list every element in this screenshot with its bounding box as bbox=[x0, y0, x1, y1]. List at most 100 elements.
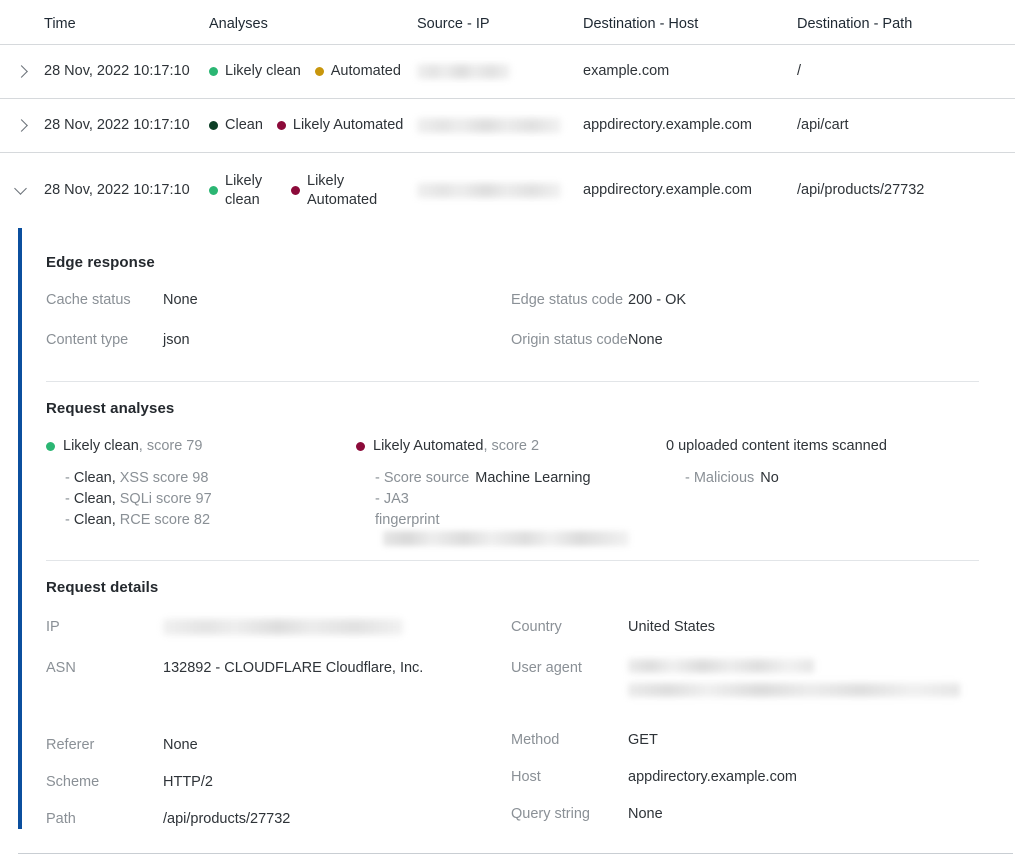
analysis-label: Likely clean bbox=[225, 63, 301, 79]
table-header-row: Time Analyses Source - IP Destination - … bbox=[0, 0, 1015, 45]
kv-row: IP bbox=[46, 618, 511, 637]
column-header-source-ip[interactable]: Source - IP bbox=[417, 16, 583, 44]
kv-value: GET bbox=[628, 732, 658, 748]
kv-row: User agent bbox=[511, 659, 976, 697]
kv-value: United States bbox=[628, 619, 716, 635]
section-title-edge-response: Edge response bbox=[46, 254, 155, 271]
analysis-item-muted: Score source bbox=[383, 470, 470, 486]
analysis-tag: Likely clean bbox=[209, 62, 301, 81]
row-expand-toggle[interactable] bbox=[0, 65, 44, 79]
analysis-detail-item: - Malicious No bbox=[685, 468, 996, 489]
section-divider bbox=[46, 381, 979, 382]
kv-key: Referer bbox=[46, 737, 95, 753]
table-row[interactable]: 28 Nov, 2022 10:17:10 Likely clean Likel… bbox=[0, 153, 1015, 228]
edge-response-grid: Cache status None Content type json Edge… bbox=[46, 291, 996, 371]
kv-row: ASN 132892 - CLOUDFLARE Cloudflare, Inc. bbox=[46, 659, 511, 678]
cell-destination-path: /api/products/27732 bbox=[797, 182, 925, 198]
cell-destination-host: appdirectory.example.com bbox=[583, 117, 752, 133]
analysis-item-strong: Clean, bbox=[73, 470, 116, 486]
analysis-tag: Likely Automated bbox=[291, 172, 377, 210]
redacted-ip bbox=[417, 63, 510, 79]
kv-value: json bbox=[163, 332, 190, 348]
list-dash: - bbox=[375, 470, 380, 486]
status-dot-likely-automated bbox=[276, 121, 286, 130]
analysis-heading-score: , score 2 bbox=[483, 438, 540, 454]
request-details-left-column: IP ASN 132892 - CLOUDFLARE Cloudflare, I… bbox=[46, 618, 511, 829]
kv-key: Edge status code bbox=[511, 292, 624, 308]
analysis-detail-item: - Clean, XSS score 98 bbox=[65, 468, 356, 489]
request-analyses-column-uploads: 0 uploaded content items scanned - Malic… bbox=[666, 437, 996, 546]
cell-destination-path: /api/cart bbox=[797, 117, 849, 133]
list-dash: - bbox=[375, 491, 380, 507]
column-header-destination-host[interactable]: Destination - Host bbox=[583, 16, 797, 44]
analysis-heading: 0 uploaded content items scanned bbox=[666, 437, 996, 456]
table-row[interactable]: 28 Nov, 2022 10:17:10 Likely clean Autom… bbox=[0, 45, 1015, 99]
kv-row: Host appdirectory.example.com bbox=[511, 768, 976, 787]
kv-row: Country United States bbox=[511, 618, 976, 637]
status-dot-likely-clean bbox=[209, 186, 218, 195]
kv-key: Scheme bbox=[46, 774, 100, 790]
analysis-label: Automated bbox=[330, 63, 401, 79]
analysis-heading: Likely Automated , score 2 bbox=[356, 437, 666, 456]
request-details-right-column: Country United States User agent Method … bbox=[511, 618, 976, 829]
analysis-item-value: Machine Learning bbox=[475, 470, 591, 486]
chevron-right-icon[interactable] bbox=[15, 119, 29, 133]
status-dot-likely-automated bbox=[291, 186, 300, 195]
redacted-user-agent-line-2 bbox=[628, 683, 960, 697]
kv-value: None bbox=[163, 292, 198, 308]
cell-destination-host: example.com bbox=[583, 63, 670, 79]
analysis-item-muted: XSS score 98 bbox=[119, 470, 209, 486]
kv-key: Path bbox=[46, 811, 76, 827]
analysis-heading-score: , score 79 bbox=[138, 438, 203, 454]
row-collapse-toggle[interactable] bbox=[0, 184, 44, 198]
edge-response-left-column: Cache status None Content type json bbox=[46, 291, 511, 371]
kv-row: Query string None bbox=[511, 805, 976, 824]
kv-value: None bbox=[628, 806, 663, 822]
redacted-ip bbox=[417, 182, 561, 198]
column-header-analyses[interactable]: Analyses bbox=[209, 16, 417, 44]
kv-row: Method GET bbox=[511, 731, 976, 750]
column-header-time[interactable]: Time bbox=[44, 16, 209, 44]
analysis-heading-label: Likely clean bbox=[63, 438, 139, 454]
status-dot-clean bbox=[209, 121, 218, 130]
request-analyses-column-clean: Likely clean , score 79 - Clean, XSS sco… bbox=[46, 437, 356, 546]
cell-source-ip bbox=[417, 63, 583, 81]
kv-key: Country bbox=[511, 619, 562, 635]
analysis-item-muted: SQLi score 97 bbox=[119, 491, 212, 507]
column-header-destination-path[interactable]: Destination - Path bbox=[797, 16, 1015, 44]
kv-row: Referer None bbox=[46, 736, 511, 755]
analysis-item-value: No bbox=[760, 470, 779, 486]
kv-key: User agent bbox=[511, 660, 582, 676]
list-dash: - bbox=[65, 512, 70, 528]
chevron-right-icon[interactable] bbox=[15, 65, 29, 79]
kv-key: Method bbox=[511, 732, 560, 748]
cell-destination-host: appdirectory.example.com bbox=[583, 182, 752, 198]
list-dash: - bbox=[65, 491, 70, 507]
kv-key: ASN bbox=[46, 660, 76, 676]
kv-row: Path /api/products/27732 bbox=[46, 810, 511, 829]
row-expand-toggle[interactable] bbox=[0, 119, 44, 133]
redacted-ip-value bbox=[163, 619, 403, 636]
edge-response-right-column: Edge status code 200 - OK Origin status … bbox=[511, 291, 976, 371]
analysis-heading-label: Likely Automated bbox=[373, 438, 484, 454]
redacted-ip bbox=[417, 117, 561, 133]
kv-value: HTTP/2 bbox=[163, 774, 213, 790]
chevron-down-icon[interactable] bbox=[15, 184, 29, 198]
analysis-item-strong: Clean, bbox=[73, 491, 116, 507]
cell-analyses: Likely clean Likely Automated bbox=[209, 172, 417, 210]
analysis-detail-item-continued: fingerprint bbox=[375, 510, 666, 546]
kv-value bbox=[163, 618, 403, 637]
request-details-grid: IP ASN 132892 - CLOUDFLARE Cloudflare, I… bbox=[46, 618, 996, 829]
analysis-heading-label: 0 uploaded content items scanned bbox=[666, 438, 887, 454]
kv-row: Content type json bbox=[46, 331, 511, 350]
kv-row: Cache status None bbox=[46, 291, 511, 310]
table-row[interactable]: 28 Nov, 2022 10:17:10 Clean Likely Autom… bbox=[0, 99, 1015, 153]
cell-time: 28 Nov, 2022 10:17:10 bbox=[44, 117, 190, 133]
cell-source-ip bbox=[417, 117, 583, 135]
analysis-tag: Clean bbox=[209, 116, 263, 135]
cell-time: 28 Nov, 2022 10:17:10 bbox=[44, 182, 190, 198]
analysis-detail-item: - JA3 bbox=[375, 489, 666, 510]
analysis-detail-item: - Score source Machine Learning bbox=[375, 468, 666, 489]
redacted-ja3-fingerprint bbox=[383, 531, 629, 546]
request-analyses-column-automated: Likely Automated , score 2 - Score sourc… bbox=[356, 437, 666, 546]
